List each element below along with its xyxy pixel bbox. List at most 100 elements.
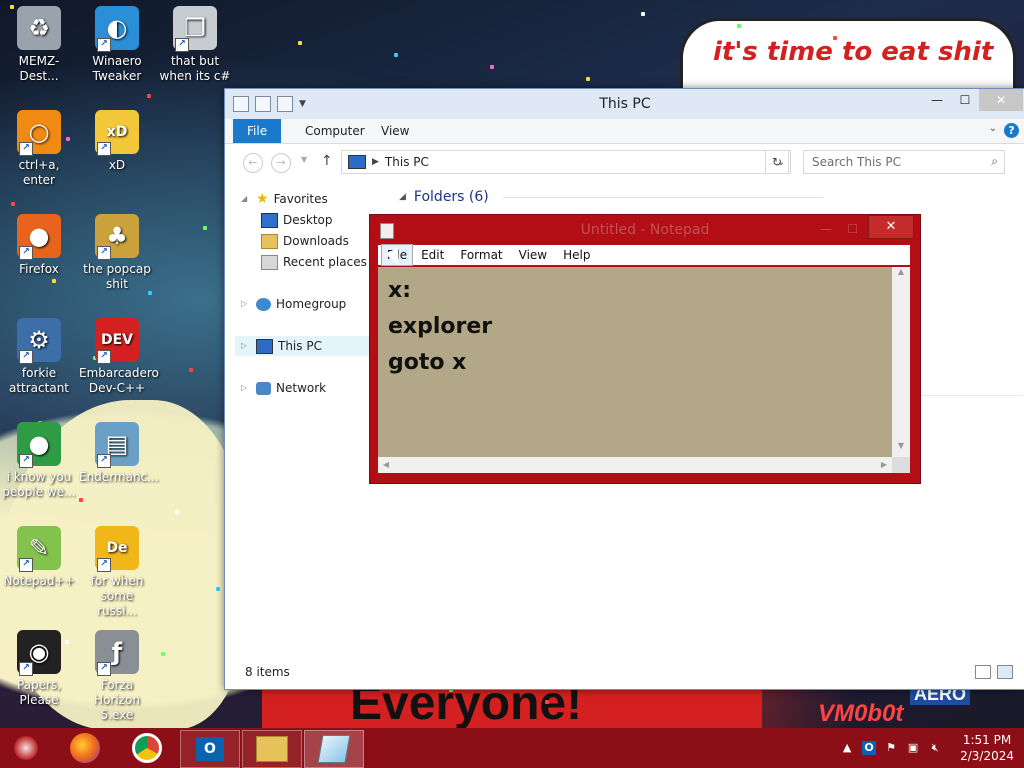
flash-icon: ƒ ↗	[95, 630, 139, 676]
notepad-window[interactable]: Untitled - Notepad — ☐ ✕ File Edit Forma…	[369, 214, 921, 484]
volume-muted-icon[interactable]: 🔇︎	[928, 741, 942, 755]
taskbar-notepad[interactable]	[304, 730, 364, 768]
desktop-icon-item[interactable]: ♻ MEMZ-Dest...	[1, 6, 77, 84]
up-button[interactable]: ↑	[321, 153, 333, 169]
desktop-icon-item[interactable]: ◉ ↗ Papers, Please	[1, 630, 77, 708]
desktop-icon-item[interactable]: DEV ↗ Embarcadero Dev-C++	[79, 318, 159, 396]
desktop-icon-item[interactable]: ♣ ↗ the popcap shit	[79, 214, 155, 292]
taskbar-outlook[interactable]: O	[180, 730, 240, 768]
confetti-dot	[189, 368, 193, 372]
desktop-icon-label: xD	[108, 158, 126, 172]
taskbar-file-explorer[interactable]	[242, 730, 302, 768]
nav-homegroup[interactable]: ▷ Homegroup	[241, 294, 346, 314]
search-input[interactable]: Search This PC ⌕	[803, 150, 1005, 174]
expand-triangle-icon[interactable]: ▷	[241, 336, 251, 356]
shortcut-arrow-icon: ↗	[19, 142, 33, 156]
minimize-button[interactable]: —	[923, 89, 951, 111]
nav-desktop[interactable]: Desktop	[261, 210, 333, 230]
confetti-dot	[79, 498, 83, 502]
desktop-icon-item[interactable]: ❐ ↗ that but when its c#	[157, 6, 233, 84]
nav-network[interactable]: ▷ Network	[241, 378, 326, 398]
desktop-icon-item[interactable]: xD ↗ xD	[79, 110, 155, 173]
tab-computer[interactable]: Computer	[291, 119, 379, 143]
tab-view[interactable]: View	[367, 119, 423, 143]
taskbar: O ▲ O ⚑ ▣ 🔇︎ 1:51 PM 2/3/2024	[0, 728, 1024, 768]
nav-recent-places[interactable]: Recent places	[261, 252, 367, 272]
recent-locations-icon[interactable]: ▼	[301, 155, 307, 164]
desktop-icon-item[interactable]: ○ ↗ ctrl+a, enter	[1, 110, 77, 188]
menu-format[interactable]: Format	[452, 245, 510, 265]
desktop-icon-item[interactable]: ⚙ ↗ forkie attractant	[1, 318, 77, 396]
address-text[interactable]: This PC	[385, 155, 772, 169]
maximize-button[interactable]: ☐	[951, 89, 979, 111]
details-view-icon[interactable]	[975, 665, 991, 679]
navigation-bar: ← → ▼ ↑ ▶ This PC ⌄ ↻ Search This PC ⌕	[225, 144, 1024, 180]
desktop-icon-label: Papers, Please	[16, 678, 62, 707]
confetti-dot	[737, 24, 741, 28]
vertical-scrollbar[interactable]: ▲ ▼	[892, 267, 910, 457]
scroll-right-icon[interactable]: ▶	[876, 457, 892, 473]
notepad-content[interactable]: x: explorer goto x	[388, 273, 492, 381]
minimize-button[interactable]: —	[820, 222, 832, 236]
horizontal-scrollbar[interactable]: ◀ ▶	[378, 457, 892, 473]
show-hidden-icons-icon[interactable]: ▲	[840, 741, 854, 755]
nav-favorites[interactable]: ◢ ★ Favorites	[241, 189, 328, 209]
notepad-icon	[317, 735, 351, 763]
help-icon[interactable]: ?	[1004, 123, 1019, 138]
expand-triangle-icon[interactable]: ▷	[241, 378, 251, 398]
taskbar-chrome[interactable]	[122, 730, 172, 766]
explorer-titlebar[interactable]: ▼ This PC — ☐ ✕	[225, 89, 1024, 119]
nav-this-pc[interactable]: ▷ This PC	[235, 336, 379, 356]
back-button[interactable]: ←	[243, 153, 263, 173]
confetti-dot	[929, 48, 933, 52]
folders-group-header[interactable]: ◢ Folders (6)	[399, 189, 823, 205]
desktop-icon-item[interactable]: ● ↗ Firefox	[1, 214, 77, 277]
confetti-dot	[586, 77, 590, 81]
expand-ribbon-icon[interactable]: ⌄	[989, 123, 997, 134]
notepadpp-icon: ✎ ↗	[17, 526, 61, 572]
desktop-icon-item[interactable]: ▤ ↗ Endermanc...	[79, 422, 159, 485]
expand-triangle-icon[interactable]: ◢	[241, 189, 251, 209]
desktop-icon-item[interactable]: ● ↗ i know you people we...	[1, 422, 77, 500]
settings-monitor-icon: ⚙ ↗	[17, 318, 61, 364]
close-button[interactable]: ✕	[979, 89, 1023, 111]
menu-edit[interactable]: Edit	[413, 245, 452, 265]
scroll-up-icon[interactable]: ▲	[892, 267, 910, 283]
taskbar-firefox[interactable]	[60, 730, 110, 766]
tab-file[interactable]: File	[233, 119, 282, 143]
nav-downloads[interactable]: Downloads	[261, 231, 349, 251]
clock[interactable]: 1:51 PM 2/3/2024	[960, 732, 1014, 764]
scroll-left-icon[interactable]: ◀	[378, 457, 394, 473]
homegroup-icon	[256, 297, 271, 311]
breadcrumb-separator-icon[interactable]: ▶	[372, 157, 379, 167]
action-center-flag-icon[interactable]: ⚑	[884, 741, 898, 755]
notepad-text-area[interactable]: x: explorer goto x	[378, 267, 892, 457]
hxd-icon: xD ↗	[95, 110, 139, 156]
notepad-close-button[interactable]: ✕	[868, 215, 914, 239]
address-bar[interactable]: ▶ This PC ⌄	[341, 150, 791, 174]
desktop-icon-item[interactable]: ✎ ↗ Notepad++	[1, 526, 77, 589]
menu-help[interactable]: Help	[555, 245, 598, 265]
desktop-icon-item[interactable]: De ↗ for when some russi...	[79, 526, 155, 619]
start-button[interactable]	[6, 730, 46, 766]
desktop-icon-item[interactable]: ƒ ↗ Forza Horizon 5.exe	[79, 630, 155, 723]
forward-button[interactable]: →	[271, 153, 291, 173]
desktop-icon-item[interactable]: ◐ ↗ Winaero Tweaker	[79, 6, 155, 84]
ribbon-tabs: File Computer View ⌄ ?	[225, 119, 1024, 144]
status-item-count: 8 items	[245, 665, 290, 679]
search-icon[interactable]: ⌕	[991, 154, 998, 169]
resize-grip[interactable]	[892, 457, 910, 473]
refresh-button[interactable]: ↻	[765, 150, 789, 174]
network-tray-icon[interactable]: ▣	[906, 741, 920, 755]
nav-this-pc-label: This PC	[278, 339, 322, 353]
star-icon: ★	[256, 191, 269, 207]
expand-triangle-icon[interactable]: ▷	[241, 294, 251, 314]
large-icons-view-icon[interactable]	[997, 665, 1013, 679]
shortcut-arrow-icon: ↗	[19, 246, 33, 260]
collapse-triangle-icon[interactable]: ◢	[399, 192, 406, 202]
maximize-button[interactable]: ☐	[847, 222, 858, 236]
notepad-titlebar[interactable]: Untitled - Notepad — ☐ ✕	[370, 215, 920, 245]
menu-view[interactable]: View	[511, 245, 555, 265]
scroll-down-icon[interactable]: ▼	[892, 441, 910, 457]
outlook-tray-icon[interactable]: O	[862, 741, 877, 755]
